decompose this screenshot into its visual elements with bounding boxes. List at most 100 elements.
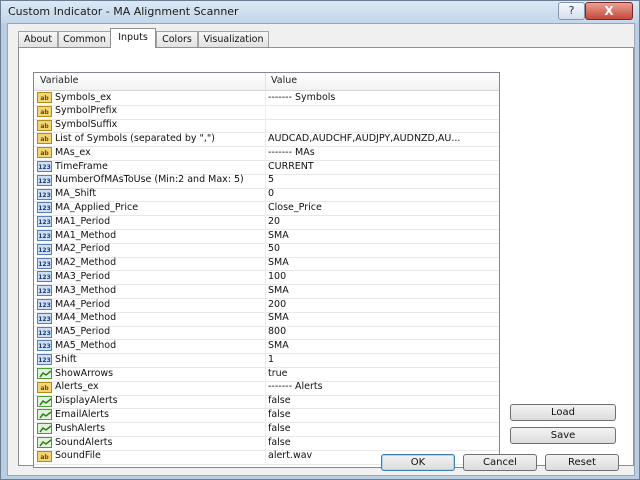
- table-row[interactable]: ab Symbols_ex ------- Symbols: [34, 91, 499, 106]
- value-cell[interactable]: SMA: [268, 230, 496, 241]
- cell-divider: [265, 201, 266, 216]
- table-row[interactable]: ShowArrows true: [34, 367, 499, 382]
- ok-button[interactable]: OK: [381, 454, 455, 471]
- table-row[interactable]: 123 MA5_Method SMA: [34, 339, 499, 355]
- variable-name: Shift: [55, 353, 77, 365]
- value-cell[interactable]: 200: [268, 299, 496, 310]
- string-icon: ab: [37, 147, 52, 159]
- table-row[interactable]: EmailAlerts false: [34, 408, 499, 424]
- cell-divider: [265, 422, 266, 437]
- cell-divider: [265, 187, 266, 202]
- table-row[interactable]: ab Alerts_ex ------- Alerts: [34, 380, 499, 396]
- number-icon: 123: [37, 326, 52, 338]
- save-button[interactable]: Save: [510, 427, 616, 444]
- number-icon: 123: [37, 202, 52, 214]
- number-icon: 123: [37, 271, 52, 283]
- value-cell[interactable]: SMA: [268, 285, 496, 296]
- value-cell[interactable]: 50: [268, 243, 496, 254]
- dialog-window: Custom Indicator - MA Alignment Scanner …: [0, 0, 640, 480]
- variable-name: MA1_Method: [55, 229, 117, 241]
- value-cell[interactable]: SMA: [268, 340, 496, 351]
- value-cell[interactable]: 1: [268, 354, 496, 365]
- cancel-button[interactable]: Cancel: [463, 454, 537, 471]
- table-row[interactable]: SoundAlerts false: [34, 436, 499, 451]
- variable-name: PushAlerts: [55, 422, 106, 434]
- title-bar[interactable]: Custom Indicator - MA Alignment Scanner …: [1, 1, 639, 23]
- column-header-value[interactable]: Value: [271, 75, 297, 86]
- number-icon: 123: [37, 285, 52, 297]
- table-row[interactable]: 123 MA4_Period 200: [34, 298, 499, 313]
- variable-name: ShowArrows: [55, 367, 114, 379]
- variable-name: MA4_Method: [55, 312, 117, 324]
- bool-icon: [37, 423, 52, 435]
- table-row[interactable]: PushAlerts false: [34, 422, 499, 437]
- table-row[interactable]: ab SymbolSuffix: [34, 118, 499, 134]
- help-button[interactable]: ?: [558, 2, 585, 20]
- value-cell[interactable]: 100: [268, 271, 496, 282]
- value-cell[interactable]: 0: [268, 188, 496, 199]
- reset-button[interactable]: Reset: [545, 454, 619, 471]
- cell-divider: [265, 118, 266, 133]
- variable-name: MA3_Method: [55, 284, 117, 296]
- table-row[interactable]: 123 NumberOfMAsToUse (Min:2 and Max: 5) 5: [34, 173, 499, 189]
- load-button[interactable]: Load: [510, 404, 616, 421]
- variable-name: MA2_Period: [55, 243, 111, 255]
- value-cell[interactable]: SMA: [268, 312, 496, 323]
- value-cell[interactable]: false: [268, 437, 496, 448]
- value-cell[interactable]: true: [268, 368, 496, 379]
- table-row[interactable]: 123 MA2_Period 50: [34, 242, 499, 258]
- tab-common[interactable]: Common: [58, 31, 111, 47]
- variable-name: MA2_Method: [55, 257, 117, 269]
- column-header-variable[interactable]: Variable: [40, 75, 78, 86]
- table-row[interactable]: ab SymbolPrefix: [34, 104, 499, 120]
- column-divider[interactable]: [265, 73, 266, 90]
- tab-visualization[interactable]: Visualization: [198, 31, 269, 47]
- table-row[interactable]: 123 TimeFrame CURRENT: [34, 160, 499, 175]
- table-row[interactable]: 123 MA4_Method SMA: [34, 311, 499, 327]
- value-cell[interactable]: SMA: [268, 257, 496, 268]
- value-cell[interactable]: Close_Price: [268, 202, 496, 213]
- variable-name: EmailAlerts: [55, 408, 109, 420]
- table-row[interactable]: 123 MA_Applied_Price Close_Price: [34, 201, 499, 217]
- cell-divider: [265, 311, 266, 326]
- value-cell[interactable]: ------- MAs: [268, 147, 496, 158]
- cell-divider: [265, 339, 266, 354]
- variable-name: TimeFrame: [55, 160, 108, 172]
- value-cell[interactable]: ------- Symbols: [268, 92, 496, 103]
- inputs-grid: Variable Value ab Symbols_ex ------- Symbo…: [33, 72, 500, 468]
- variable-name: Symbols_ex: [55, 91, 112, 103]
- table-row[interactable]: 123 MA3_Period 100: [34, 270, 499, 286]
- cell-divider: [265, 353, 266, 368]
- tab-colors[interactable]: Colors: [156, 31, 198, 47]
- variable-name: List of Symbols (separated by ","): [55, 132, 215, 144]
- value-cell[interactable]: 5: [268, 174, 496, 185]
- tab-about[interactable]: About: [18, 31, 58, 47]
- close-button[interactable]: X: [585, 2, 633, 20]
- cell-divider: [265, 104, 266, 119]
- table-row[interactable]: 123 MA5_Period 800: [34, 325, 499, 341]
- table-row[interactable]: 123 MA2_Method SMA: [34, 256, 499, 272]
- value-cell[interactable]: false: [268, 395, 496, 406]
- table-row[interactable]: ab List of Symbols (separated by ",") AUDC…: [34, 132, 499, 148]
- table-row[interactable]: ab MAs_ex ------- MAs: [34, 146, 499, 161]
- value-cell[interactable]: ------- Alerts: [268, 381, 496, 392]
- value-cell[interactable]: 800: [268, 326, 496, 337]
- cell-divider: [265, 173, 266, 188]
- table-row[interactable]: 123 MA1_Method SMA: [34, 229, 499, 244]
- table-row[interactable]: 123 MA1_Period 20: [34, 215, 499, 230]
- value-cell[interactable]: AUDCAD,AUDCHF,AUDJPY,AUDNZD,AU...: [268, 133, 496, 144]
- table-row[interactable]: 123 MA_Shift 0: [34, 187, 499, 203]
- table-row[interactable]: 123 MA3_Method SMA: [34, 284, 499, 299]
- value-cell[interactable]: 20: [268, 216, 496, 227]
- table-row[interactable]: DisplayAlerts false: [34, 394, 499, 410]
- cell-divider: [265, 256, 266, 271]
- number-icon: 123: [37, 257, 52, 269]
- value-cell[interactable]: false: [268, 423, 496, 434]
- tab-inputs[interactable]: Inputs: [110, 28, 156, 48]
- table-row[interactable]: 123 Shift 1: [34, 353, 499, 368]
- value-cell[interactable]: false: [268, 409, 496, 420]
- string-icon: ab: [37, 105, 52, 117]
- value-cell[interactable]: CURRENT: [268, 161, 496, 172]
- variable-name: MA_Shift: [55, 188, 97, 200]
- dialog-client-area: About Common Inputs Colors Visualization…: [7, 23, 635, 476]
